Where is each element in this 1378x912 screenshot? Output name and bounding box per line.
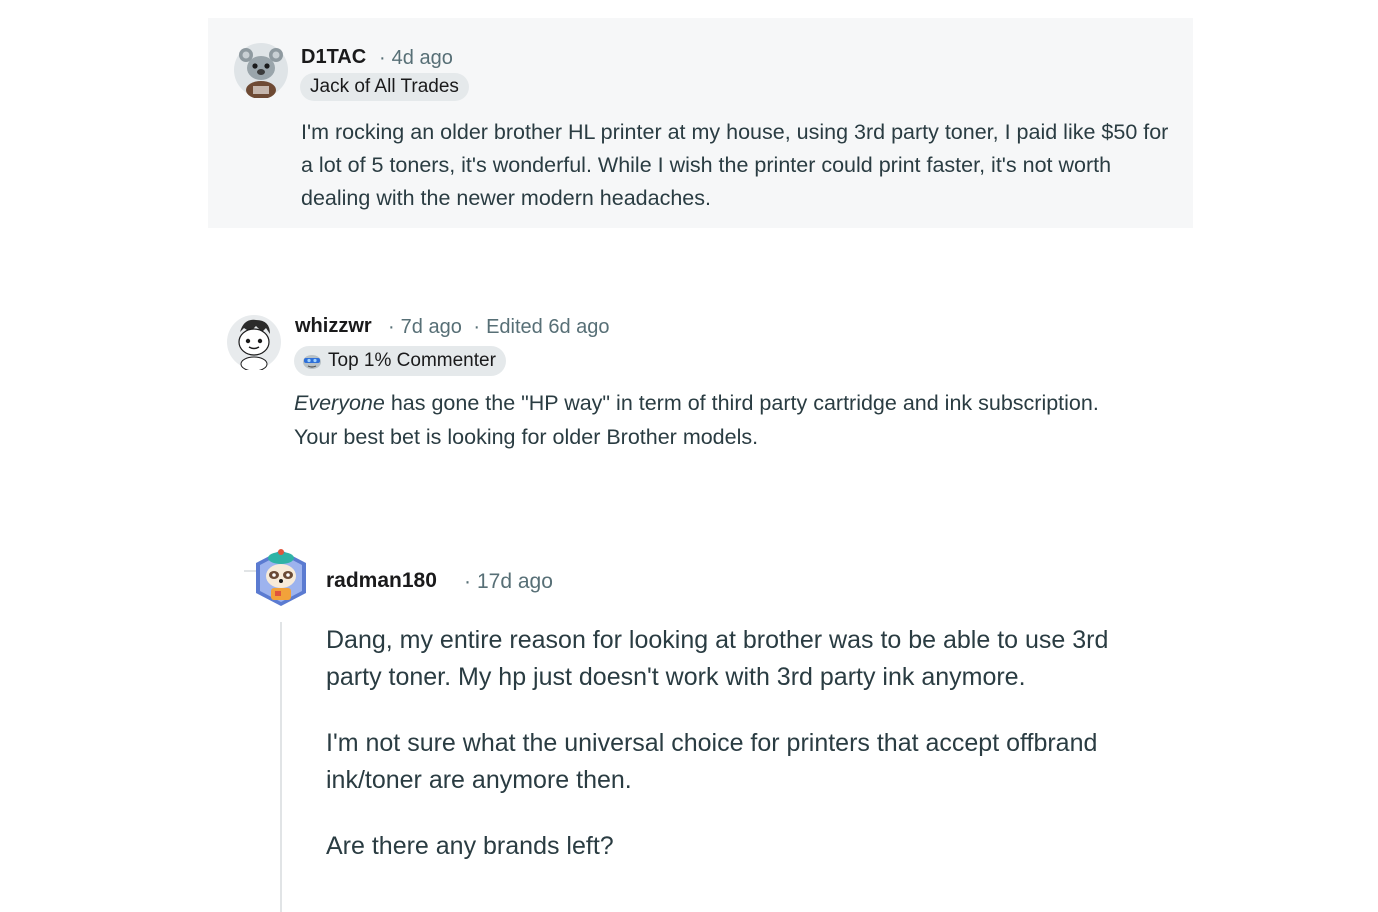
comment-author[interactable]: radman180 xyxy=(326,569,437,593)
comment-paragraph: I'm not sure what the universal choice f… xyxy=(326,729,1098,794)
thread-line[interactable] xyxy=(280,622,282,912)
user-flair: Jack of All Trades xyxy=(300,73,469,101)
separator-dot: · xyxy=(464,570,471,593)
snoo-avatar-icon xyxy=(227,315,281,372)
emphasis-text: Everyone xyxy=(294,391,385,415)
comment-author[interactable]: D1TAC xyxy=(301,45,366,69)
separator-dot: · xyxy=(388,316,395,338)
comment-time[interactable]: 4d ago xyxy=(392,47,453,69)
flair-label: Top 1% Commenter xyxy=(328,350,496,371)
edited-label: Edited 6d ago xyxy=(486,316,610,338)
comment-timestamp: · 7d ago · Edited 6d ago xyxy=(388,315,610,339)
comment-timestamp: · 4d ago xyxy=(379,46,453,70)
avatar[interactable] xyxy=(252,546,310,610)
avatar[interactable] xyxy=(226,312,282,372)
comment-timestamp: · 17d ago xyxy=(464,570,553,594)
comment-body: Dang, my entire reason for looking at br… xyxy=(326,622,1146,894)
separator-dot: · xyxy=(473,316,481,338)
user-flair: Top 1% Commenter xyxy=(294,346,506,376)
raccoon-snoo-avatar-icon xyxy=(256,549,306,606)
comment-author[interactable]: whizzwr xyxy=(295,314,372,338)
top-commenter-icon xyxy=(303,355,321,369)
avatar[interactable] xyxy=(233,42,289,99)
comment-paragraph: Are there any brands left? xyxy=(326,832,614,860)
comment-time[interactable]: 17d ago xyxy=(477,570,553,593)
comment-body: Everyone has gone the "HP way" in term o… xyxy=(294,386,1144,454)
koala-snoo-avatar-icon xyxy=(234,43,288,99)
comment-paragraph: Dang, my entire reason for looking at br… xyxy=(326,626,1109,691)
comment-body: I'm rocking an older brother HL printer … xyxy=(301,120,1169,210)
separator-dot: · xyxy=(379,47,386,69)
comment-time[interactable]: 7d ago xyxy=(401,316,462,338)
body-text: has gone the "HP way" in term of third p… xyxy=(294,391,1099,449)
